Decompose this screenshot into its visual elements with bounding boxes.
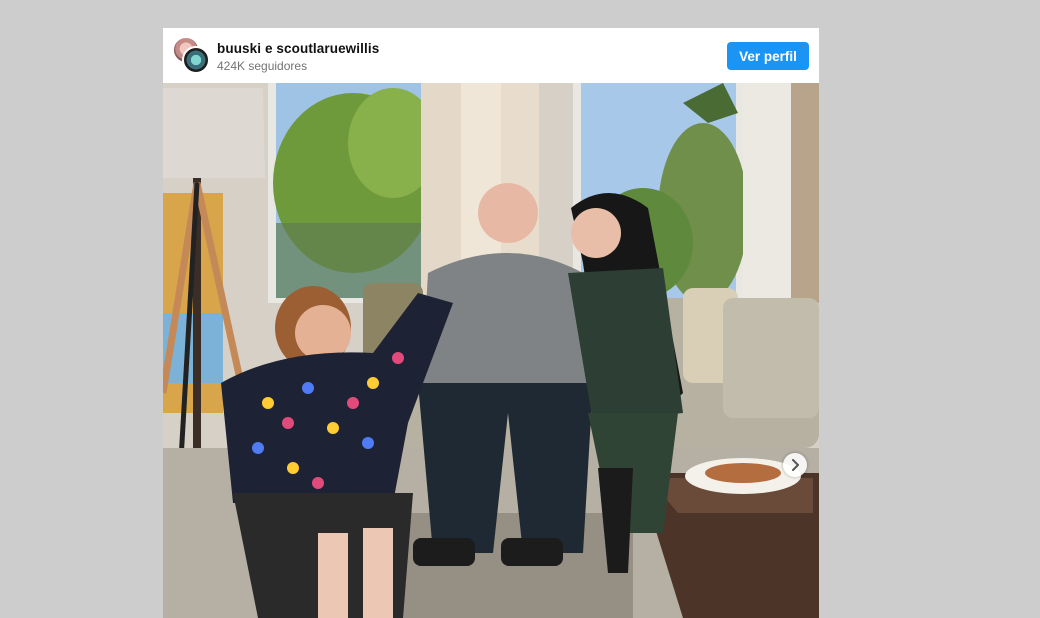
- instagram-embed: buuski e scoutlaruewillis 424K seguidore…: [163, 28, 819, 618]
- profile-avatars[interactable]: [172, 36, 210, 74]
- photo-illustration: [163, 83, 819, 618]
- avatar-icon[interactable]: [182, 46, 210, 74]
- follower-count: 424K seguidores: [217, 59, 308, 73]
- view-profile-button[interactable]: Ver perfil: [727, 42, 809, 70]
- post-photo[interactable]: [163, 83, 819, 618]
- account-name[interactable]: buuski e scoutlaruewillis: [217, 41, 379, 56]
- post-header: buuski e scoutlaruewillis 424K seguidore…: [163, 28, 819, 83]
- chevron-right-icon: [792, 459, 799, 471]
- next-photo-button[interactable]: [783, 453, 807, 477]
